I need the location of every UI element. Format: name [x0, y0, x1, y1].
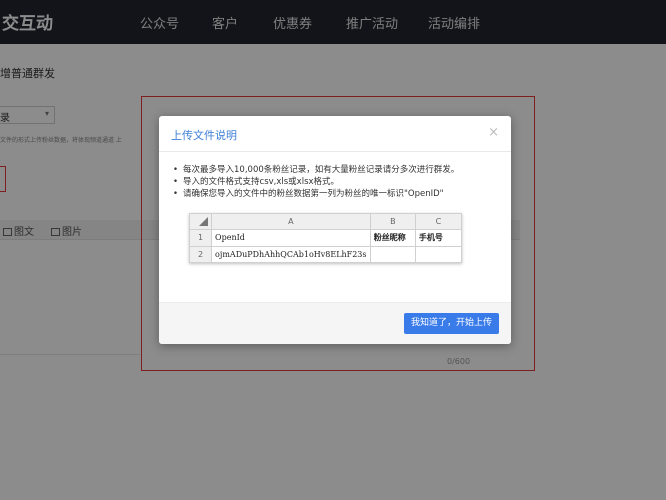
rule-item: 导入的文件格式支持csv,xls或xlsx格式。: [173, 176, 459, 188]
spreadsheet-example: A B C 1 OpenId 粉丝昵称 手机号 2 ojmADuPDhAhhQC…: [188, 212, 463, 264]
sheet-column-header: B: [369, 212, 416, 231]
table-cell: [369, 245, 416, 264]
sheet-row-number: 1: [188, 229, 213, 247]
sheet-column-header: A: [211, 212, 371, 231]
rule-item: 每次最多导入10,000条粉丝记录，如有大量粉丝记录请分多次进行群发。: [173, 164, 459, 176]
upload-instructions-dialog: 上传文件说明 × 每次最多导入10,000条粉丝记录，如有大量粉丝记录请分多次进…: [159, 116, 511, 344]
table-cell: ojmADuPDhAhhQCAb1oHv8ELhF23s: [211, 245, 371, 264]
dialog-body: 每次最多导入10,000条粉丝记录，如有大量粉丝记录请分多次进行群发。 导入的文…: [159, 152, 511, 302]
sheet-row-number: 2: [188, 245, 213, 264]
table-cell: [414, 245, 463, 264]
dialog-header: 上传文件说明 ×: [159, 116, 511, 152]
table-cell: 手机号: [414, 229, 463, 247]
table-cell: OpenId: [211, 229, 371, 247]
select-all-triangle-icon: [199, 217, 209, 227]
upload-rules-list: 每次最多导入10,000条粉丝记录，如有大量粉丝记录请分多次进行群发。 导入的文…: [173, 164, 459, 200]
dialog-title: 上传文件说明: [171, 129, 237, 142]
sheet-corner: [188, 212, 213, 231]
rule-item: 请确保您导入的文件中的粉丝数据第一列为粉丝的唯一标识"OpenID": [173, 188, 459, 200]
table-row: 1 OpenId 粉丝昵称 手机号: [188, 229, 463, 247]
close-icon[interactable]: ×: [488, 125, 499, 140]
table-cell: 粉丝昵称: [369, 229, 416, 247]
confirm-upload-button[interactable]: 我知道了，开始上传: [403, 313, 499, 334]
table-row: 2 ojmADuPDhAhhQCAb1oHv8ELhF23s: [188, 245, 463, 264]
sheet-column-header-row: A B C: [188, 212, 463, 231]
sheet-column-header: C: [414, 212, 463, 231]
dialog-footer: 我知道了，开始上传: [159, 302, 511, 344]
